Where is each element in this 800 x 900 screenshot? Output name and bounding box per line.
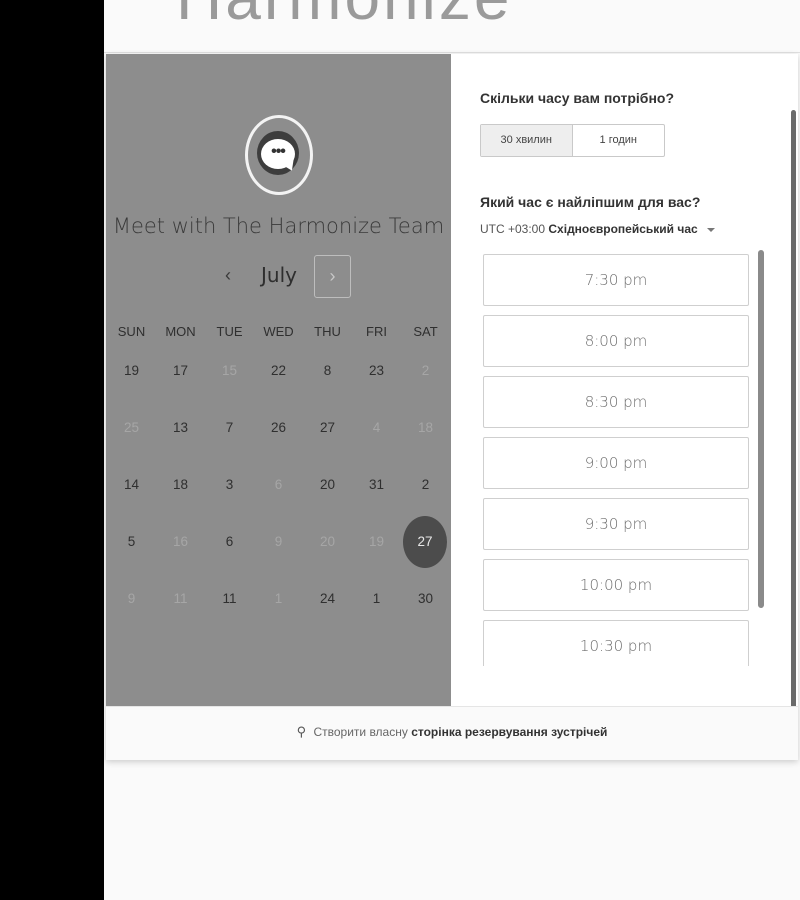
calendar-day: 19 [368,534,385,549]
calendar-day: 11 [173,591,188,606]
weekday-label: SAT [413,324,438,339]
meeting-title: Meet with The Harmonize Team [112,214,445,238]
calendar-panel: ••• Meet with The Harmonize Team ‹ July … [106,54,451,706]
calendar-day[interactable]: 20 [303,474,352,496]
calendar-day[interactable]: 19 [107,360,156,382]
prev-month-button[interactable]: ‹ [218,260,238,290]
calendar-day[interactable]: 31 [352,474,401,496]
calendar-day[interactable]: 11 [205,588,254,610]
month-label: July [261,263,297,287]
page: Harmonize ••• Meet with The Harmonize Te… [104,0,800,900]
time-slot-button[interactable]: 10:00 pm [483,559,749,611]
calendar-day[interactable]: 8 [303,360,352,382]
timezone-select[interactable]: UTC +03:00 Східноєвропейський час [480,222,716,236]
calendar-day[interactable]: 5 [107,531,156,553]
calendar-day[interactable]: 14 [107,474,156,496]
time-slot-button[interactable]: 9:30 pm [483,498,749,550]
weekday-label: THU [314,324,341,339]
calendar-day: 1 [274,591,283,606]
calendar-day[interactable]: 30 [401,588,450,610]
calendar-day-selected[interactable]: 27 [403,516,447,568]
calendar-day: 15 [221,363,238,378]
calendar-day: 4 [372,420,381,435]
weekday-label: WED [263,324,294,339]
time-slot-button[interactable]: 8:30 pm [483,376,749,428]
time-slot-list: 7:30 pm 8:00 pm 8:30 pm 9:00 pm 9:30 pm 10:00… [480,252,770,666]
time-slot-button[interactable]: 7:30 pm [483,254,749,306]
footer-link[interactable]: сторінка резервування зустрічей [411,725,607,739]
weekday-label: FRI [366,324,387,339]
calendar-day[interactable]: 1 [352,588,401,610]
footer: ⚲ Створити власну сторінка резервування … [106,706,798,760]
time-slot-button[interactable]: 8:00 pm [483,315,749,367]
duration-question: Скільки часу вам потрібно? [480,90,675,106]
calendar-day: 20 [319,534,336,549]
calendar-day[interactable]: 7 [205,417,254,439]
calendar-day[interactable]: 22 [254,360,303,382]
weekday-label: MON [165,324,196,339]
time-slot-button[interactable]: 10:30 pm [483,620,749,666]
calendar-day[interactable]: 18 [156,474,205,496]
calendar-day[interactable]: 23 [352,360,401,382]
caret-down-icon [707,227,716,232]
calendar-day: 2 [421,363,430,378]
weekday-label: TUE [216,324,243,339]
calendar-day[interactable]: 27 [303,417,352,439]
calendar-day[interactable]: 3 [205,474,254,496]
footer-prefix: Створити власну [313,725,408,739]
ellipsis-icon: ••• [271,143,286,160]
timezone-offset: UTC +03:00 [480,222,546,236]
duration-toggle: 30 хвилин 1 годин [480,124,665,157]
calendar-day: 9 [274,534,283,549]
time-question: Який час є найліпшим для вас? [480,194,701,210]
slot-list-scrollbar[interactable] [758,250,764,608]
calendar-day[interactable]: 6 [205,531,254,553]
next-month-button[interactable]: › [314,255,351,298]
calendar-day: 18 [417,420,434,435]
brand-logo: Harmonize [176,0,512,34]
duration-60-button[interactable]: 1 годин [573,125,665,156]
calendar-day[interactable]: 24 [303,588,352,610]
calendar-day: 6 [274,477,283,492]
header-divider [104,52,800,53]
weekday-header: SUN MON TUE WED THU FRI SAT [106,324,451,344]
time-slot-button[interactable]: 9:00 pm [483,437,749,489]
calendar-day[interactable]: 2 [401,474,450,496]
calendar-day: 9 [127,591,136,606]
calendar-day[interactable]: 17 [156,360,205,382]
calendar-day[interactable]: 13 [156,417,205,439]
avatar: ••• [245,115,313,195]
calendar-day: 25 [123,420,140,435]
weekday-label: SUN [117,324,146,339]
timezone-name: Східноєвропейський час [548,222,698,236]
calendar-day[interactable]: 26 [254,417,303,439]
card-scrollbar[interactable] [791,110,796,750]
calendar-day: 16 [172,534,189,549]
duration-30-button[interactable]: 30 хвилин [481,125,573,156]
booking-card: ••• Meet with The Harmonize Team ‹ July … [106,54,798,760]
sprocket-icon: ⚲ [296,724,307,739]
